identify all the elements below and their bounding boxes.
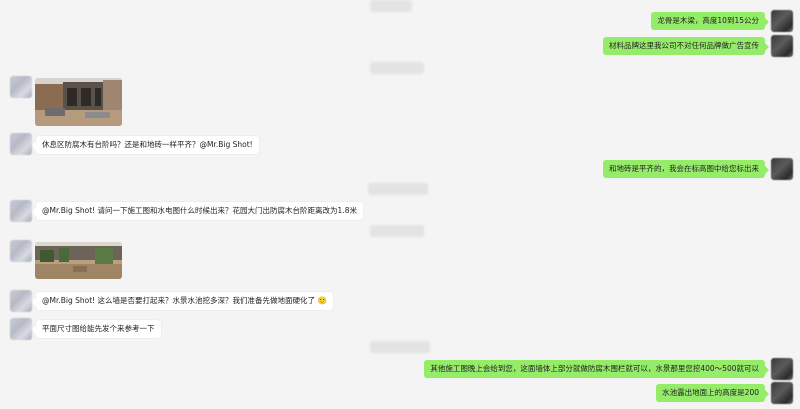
contact-avatar[interactable]	[10, 318, 32, 340]
contact-avatar[interactable]	[10, 240, 32, 262]
my-avatar[interactable]	[771, 382, 793, 404]
shared-photo-building[interactable]	[35, 78, 122, 126]
my-avatar[interactable]	[771, 158, 793, 180]
my-avatar[interactable]	[771, 358, 793, 380]
contact-avatar[interactable]	[10, 200, 32, 222]
contact-avatar[interactable]	[10, 76, 32, 98]
timestamp	[370, 62, 424, 74]
my-avatar[interactable]	[771, 35, 793, 57]
my-avatar[interactable]	[771, 10, 793, 32]
outgoing-message[interactable]: 和地砖是平齐的，我会在标高图中给您标出来	[603, 160, 769, 178]
contact-avatar[interactable]	[10, 133, 32, 155]
incoming-message[interactable]: @Mr.Big Shot! 请问一下施工图和水电图什么时候出来？花园大门出防腐木…	[32, 202, 363, 220]
timestamp	[370, 225, 424, 237]
outgoing-message[interactable]: 材料品牌这里我公司不对任何品牌做广告宣传	[603, 37, 769, 55]
incoming-message[interactable]: 平面尺寸图给能先发个来参考一下	[32, 320, 161, 338]
outgoing-message[interactable]: 其他施工图晚上会给到您，这面墙体上部分就做防腐木围栏就可以，水景那里您挖400～…	[424, 360, 769, 378]
incoming-message[interactable]: 休息区防腐木有台阶吗？还是和地砖一样平齐？@Mr.Big Shot!	[32, 136, 259, 154]
outgoing-message[interactable]: 龙骨是木梁，高度10到15公分	[651, 12, 769, 30]
outgoing-message[interactable]: 水池露出地面上的高度是200	[656, 384, 769, 402]
photo-content	[35, 242, 122, 279]
incoming-message[interactable]: @Mr.Big Shot! 这么墙是否要打起来？水景水池挖多深？我们准备先做地面…	[32, 292, 333, 310]
photo-content	[35, 78, 122, 126]
timestamp	[370, 0, 412, 12]
contact-avatar[interactable]	[10, 290, 32, 312]
timestamp	[370, 341, 430, 353]
timestamp	[368, 183, 428, 195]
message-text: @Mr.Big Shot! 这么墙是否要打起来？水景水池挖多深？我们准备先做地面…	[42, 296, 316, 305]
smile-emoji-icon: 🙂	[317, 296, 327, 305]
shared-photo-garden[interactable]	[35, 242, 122, 279]
